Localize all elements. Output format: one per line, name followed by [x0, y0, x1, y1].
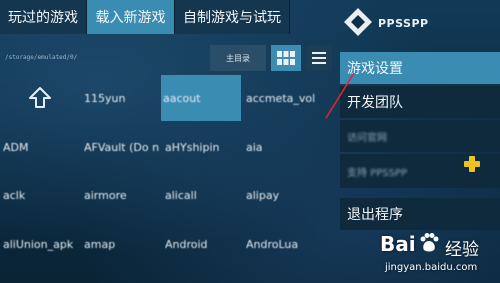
- menu-item-label: 退出程序: [347, 207, 403, 223]
- file-item[interactable]: 115yun: [84, 75, 164, 121]
- file-item-label: alipay: [246, 188, 280, 202]
- file-item[interactable]: amap: [84, 221, 164, 267]
- file-item-label: AFVault (Do n: [84, 140, 160, 154]
- parent-folder-button[interactable]: [0, 75, 80, 121]
- menu-item-label: 游戏设置: [347, 61, 403, 77]
- file-item-label: amap: [84, 237, 116, 251]
- logo-text: PPSSPP: [378, 17, 429, 30]
- file-item[interactable]: AFVault (Do n: [84, 124, 164, 170]
- list-view-button[interactable]: [306, 45, 332, 71]
- menu-item-label: 访问官网: [347, 132, 387, 144]
- file-item-label: airmore: [84, 188, 127, 202]
- file-item-label: AndroLua: [246, 237, 299, 251]
- menu-item-game-settings[interactable]: 游戏设置: [340, 52, 500, 84]
- menu-item-label: 开发团队: [347, 95, 403, 111]
- file-item[interactable]: aia: [246, 124, 326, 170]
- tab-recent-games[interactable]: 玩过的游戏: [0, 0, 87, 34]
- file-item-label: aacout: [163, 91, 201, 105]
- file-item[interactable]: Android: [165, 221, 245, 267]
- file-item[interactable]: aHYshipin: [165, 124, 245, 170]
- file-grid: 115yun aacout accmeta_vol ADM AFVault (D…: [0, 75, 335, 283]
- list-view-icon: [312, 52, 326, 64]
- file-item-label: Android: [165, 237, 208, 251]
- file-item[interactable]: accmeta_vol: [246, 75, 326, 121]
- file-item-label: alicall: [165, 188, 197, 202]
- tab-bar: 玩过的游戏 载入新游戏 自制游戏与试玩: [0, 0, 290, 34]
- file-item[interactable]: airmore: [84, 172, 164, 218]
- file-item[interactable]: aclk: [3, 172, 83, 218]
- menu-item-exit[interactable]: 退出程序: [340, 198, 500, 230]
- file-item-label: 115yun: [84, 91, 126, 105]
- ppsspp-logo-icon: [344, 8, 372, 36]
- watermark-brand: Bai: [380, 232, 416, 256]
- tab-load-new-game[interactable]: 载入新游戏: [87, 0, 175, 34]
- file-item-label: aclk: [3, 188, 26, 202]
- file-item-label: aHYshipin: [165, 140, 220, 154]
- tab-homebrew[interactable]: 自制游戏与试玩: [175, 0, 290, 34]
- ppsspp-mini-icon: [464, 156, 480, 172]
- menu-item-credits[interactable]: 开发团队: [340, 86, 500, 118]
- home-directory-button[interactable]: 主目录: [210, 45, 266, 71]
- baidu-paw-icon: [420, 233, 439, 252]
- file-item-label: accmeta_vol: [246, 91, 316, 105]
- file-item-label: aia: [246, 140, 263, 154]
- grid-view-button[interactable]: [271, 45, 301, 71]
- file-item[interactable]: aliUnion_apk: [3, 221, 83, 267]
- file-item[interactable]: AndroLua: [246, 221, 326, 267]
- file-item-selected[interactable]: aacout: [161, 75, 241, 121]
- current-path: /storage/emulated/0/: [5, 54, 78, 61]
- ppsspp-logo: PPSSPP: [342, 4, 500, 44]
- watermark-cn: 经验: [445, 240, 479, 260]
- file-item-label: aliUnion_apk: [3, 237, 74, 251]
- menu-item-label: 支持 PPSSPP: [347, 167, 407, 179]
- file-item[interactable]: alipay: [246, 172, 326, 218]
- baidu-watermark: Bai 经验 jingyan.baidu.com: [380, 228, 500, 283]
- file-item-label: ADM: [3, 140, 29, 154]
- grid-view-icon: [277, 51, 295, 65]
- file-item[interactable]: ADM: [3, 124, 83, 170]
- menu-item-website[interactable]: 访问官网: [340, 120, 500, 152]
- up-arrow-icon: [29, 87, 51, 108]
- file-item[interactable]: alicall: [165, 172, 245, 218]
- watermark-url: jingyan.baidu.com: [385, 262, 478, 273]
